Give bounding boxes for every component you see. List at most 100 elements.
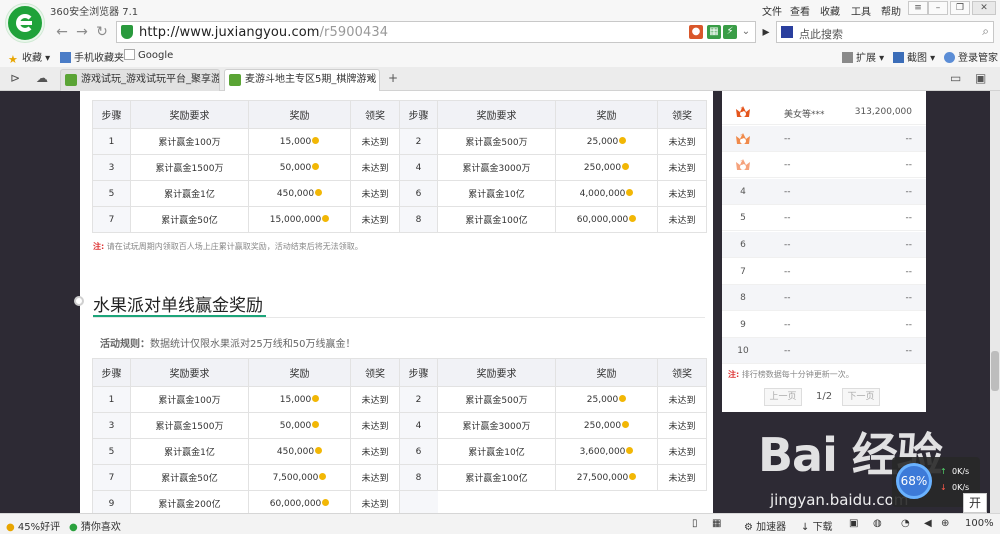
close-tab-icon[interactable]: ✕: [367, 70, 375, 90]
table-row: 3 累计赢金1500万 50,000 未达到 4 累计赢金3000万 250,000 未达到: [92, 154, 707, 181]
reward-cell: 60,000,000: [248, 490, 351, 513]
requirement-cell: [438, 491, 556, 514]
page-indicator: 1/2: [816, 391, 833, 402]
player-name: --: [784, 133, 791, 144]
tab-favicon: [229, 74, 241, 86]
menu-view[interactable]: 查看: [790, 3, 810, 18]
table-row: 7 累计赢金50亿 7,500,000 未达到 8 累计赢金100亿 27,500,000 未…: [92, 464, 707, 491]
back-button[interactable]: ←: [52, 22, 72, 42]
upload-arrow-icon: ↑: [940, 467, 947, 476]
mail-icon[interactable]: ▣: [849, 518, 858, 529]
ranking-row: 4 -- --: [722, 178, 926, 205]
rank-number: 9: [740, 319, 746, 330]
header-step: 步骤: [92, 358, 131, 387]
reward-cell: 50,000: [248, 412, 351, 439]
leaf-icon[interactable]: ◔: [901, 518, 910, 529]
download-button[interactable]: ↓ 下载: [801, 518, 833, 533]
coin-icon: [312, 136, 320, 144]
claim-status: 未达到: [350, 490, 400, 513]
step-cell: 7: [92, 206, 131, 233]
player-score: --: [905, 240, 913, 250]
accelerator-button[interactable]: ⚙ 加速器: [744, 518, 786, 533]
skin-icon[interactable]: ≡: [908, 1, 928, 15]
ie-icon[interactable]: ◍: [873, 518, 882, 529]
reward-cell: 450,000: [248, 438, 351, 465]
menu-favorites[interactable]: 收藏: [820, 3, 840, 18]
rating-item[interactable]: ● 45%好评: [6, 518, 60, 533]
bookmark-favorites[interactable]: ★ 收藏 ▾: [8, 49, 50, 66]
player-score: --: [905, 133, 913, 144]
tab-menu-icon[interactable]: ▣: [975, 71, 986, 85]
player-name: --: [784, 346, 791, 357]
chevron-down-icon[interactable]: ⌄: [739, 25, 753, 39]
claim-status: 未达到: [350, 180, 400, 207]
player-name: --: [784, 186, 791, 197]
browser-logo-icon: [6, 4, 44, 42]
search-box[interactable]: 点此搜索 ⌕: [776, 21, 994, 43]
tab-maiyou[interactable]: 麦游斗地主专区5期_棋牌游戏 ✕: [224, 69, 380, 92]
coin-icon: [322, 498, 330, 506]
cloud-icon[interactable]: ☁: [36, 71, 48, 85]
requirement-cell: 累计赢金1亿: [130, 438, 249, 465]
sound-icon[interactable]: ◀: [924, 518, 932, 529]
search-icon[interactable]: ⌕: [982, 24, 989, 39]
player-name: --: [784, 319, 791, 330]
step-cell: 3: [92, 412, 131, 439]
prev-page-button[interactable]: 上一页: [764, 388, 802, 406]
extensions-button[interactable]: 扩展 ▾: [842, 49, 884, 64]
grid-icon[interactable]: ▦: [712, 518, 721, 529]
header-reward: 奖励: [248, 100, 351, 129]
requirement-cell: 累计赢金1500万: [130, 154, 249, 181]
reward-cell: 50,000: [248, 154, 351, 181]
url-text[interactable]: http://www.juxiangyou.com/r5900434: [139, 25, 388, 40]
close-button[interactable]: ✕: [972, 1, 996, 15]
scrollbar[interactable]: [990, 91, 1000, 513]
search-input[interactable]: 点此搜索: [799, 26, 843, 42]
rank-number: 2: [740, 133, 744, 141]
requirement-cell: 累计赢金3000万: [437, 154, 556, 181]
step-cell: 7: [92, 464, 131, 491]
header-reward: 奖励: [248, 358, 351, 387]
search-engine-icon[interactable]: [781, 26, 793, 38]
zoom-level[interactable]: 100%: [965, 518, 994, 529]
login-button[interactable]: 登录管家: [944, 49, 998, 64]
menu-help[interactable]: 帮助: [881, 3, 901, 18]
restore-button[interactable]: ❐: [950, 1, 970, 15]
bookmark-mobile[interactable]: 手机收藏夹: [60, 49, 124, 64]
ranking-row: 2 -- --: [722, 125, 926, 152]
step-cell: 2: [399, 386, 438, 413]
restore-tab-icon[interactable]: ▭: [950, 71, 961, 85]
menu-file[interactable]: 文件: [762, 3, 782, 18]
player-name: --: [784, 293, 791, 304]
mode-icon[interactable]: ●: [689, 25, 703, 39]
open-button[interactable]: 开: [963, 493, 987, 513]
speed-icon[interactable]: ⚡: [723, 25, 737, 39]
sidebar-toggle-icon[interactable]: ⊳: [10, 71, 20, 85]
rank-number: 1: [740, 107, 744, 114]
go-icon[interactable]: ▸: [757, 22, 775, 42]
player-score: --: [905, 266, 913, 277]
reward-cell: 25,000: [555, 386, 658, 413]
next-page-button[interactable]: 下一页: [842, 388, 880, 406]
player-score: --: [905, 293, 913, 304]
refresh-button[interactable]: ↻: [92, 22, 112, 42]
bookmark-google[interactable]: Google: [124, 49, 173, 61]
tab-juxiangyou[interactable]: 游戏试玩_游戏试玩平台_聚享游: [60, 69, 220, 91]
zoom-icon[interactable]: ⊕: [941, 518, 949, 529]
phone-icon[interactable]: ▯: [692, 518, 698, 529]
screenshot-button[interactable]: 截图 ▾: [893, 49, 935, 64]
requirement-cell: 累计赢金500万: [437, 128, 556, 155]
guess-item[interactable]: ● 猜你喜欢: [69, 518, 121, 533]
coin-icon: [312, 394, 320, 402]
new-tab-button[interactable]: +: [388, 71, 398, 85]
scroll-thumb[interactable]: [991, 351, 999, 391]
compat-icon[interactable]: ▦: [707, 25, 721, 39]
address-bar[interactable]: http://www.juxiangyou.com/r5900434 ● ▦ ⚡…: [116, 21, 756, 43]
player-score: --: [905, 346, 913, 357]
requirement-cell: 累计赢金10亿: [437, 438, 556, 465]
forward-button[interactable]: →: [72, 22, 92, 42]
minimize-button[interactable]: –: [928, 1, 948, 15]
menu-tools[interactable]: 工具: [851, 3, 871, 18]
requirement-cell: 累计赢金100亿: [437, 206, 556, 233]
extensions-icon: [842, 52, 853, 63]
